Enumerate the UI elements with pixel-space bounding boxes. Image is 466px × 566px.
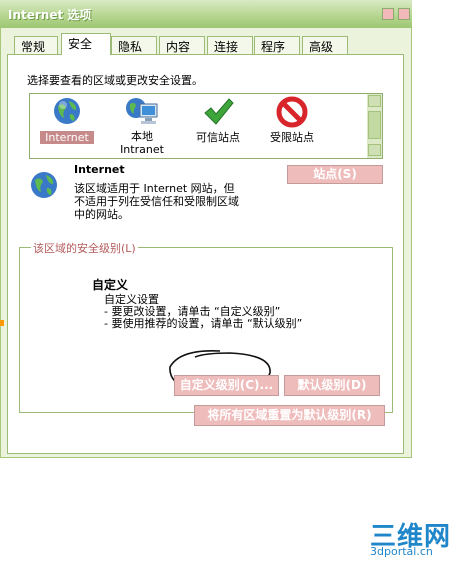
zone-trusted-sites-label: 可信站点 (196, 131, 240, 144)
zone-restricted-sites-label: 受限站点 (270, 131, 314, 144)
zone-restricted-sites[interactable]: 受限站点 (264, 96, 320, 148)
zone-internet[interactable]: Internet (40, 96, 94, 148)
checkmark-icon (204, 98, 234, 125)
custom-level-button[interactable]: 自定义级别(C)... (174, 375, 279, 396)
zone-local-intranet[interactable]: 本地 Intranet (112, 96, 172, 156)
window-title: Internet 选项 (8, 8, 92, 22)
default-settings-line: - 要使用推荐的设置，请单击 “默认级别” (104, 317, 303, 330)
watermark-url: 3dportal.cn (370, 545, 433, 558)
left-edge-artifact (0, 320, 4, 326)
zone-list-scrollbar[interactable] (367, 94, 382, 158)
forbidden-icon (276, 96, 308, 128)
selected-zone-name: Internet (74, 163, 125, 176)
tab-general[interactable]: 常规 (14, 36, 58, 54)
default-level-button[interactable]: 默认级别(D) (284, 375, 380, 396)
help-button[interactable] (382, 8, 394, 20)
zone-local-intranet-label: 本地 Intranet (120, 130, 164, 156)
scroll-down-button[interactable] (368, 144, 381, 156)
globe-icon (54, 98, 80, 124)
tab-programs[interactable]: 程序 (254, 36, 300, 54)
tab-content[interactable]: 内容 (159, 36, 205, 54)
reset-all-zones-button[interactable]: 将所有区域重置为默认级别(R) (194, 405, 385, 426)
selected-zone-description: 该区域适用于 Internet 网站，但 不适用于列在受信任和受限制区域 中的网… (74, 182, 239, 221)
tab-privacy[interactable]: 隐私 (111, 36, 157, 54)
selected-zone-globe-icon (31, 172, 57, 198)
scroll-up-button[interactable] (368, 95, 381, 107)
intranet-icon (126, 98, 158, 124)
sites-button[interactable]: 站点(S) (287, 165, 383, 184)
scroll-thumb[interactable] (368, 111, 381, 139)
tab-advanced[interactable]: 高级 (302, 36, 348, 54)
tab-connections[interactable]: 连接 (207, 36, 253, 54)
zone-trusted-sites[interactable]: 可信站点 (190, 96, 246, 148)
security-level-group-title: 该区域的安全级别(L) (31, 240, 138, 256)
tab-security[interactable]: 安全 (61, 33, 111, 55)
close-button[interactable] (398, 8, 410, 20)
instruction-text: 选择要查看的区域或更改安全设置。 (27, 74, 203, 87)
zone-internet-label: Internet (40, 131, 94, 144)
